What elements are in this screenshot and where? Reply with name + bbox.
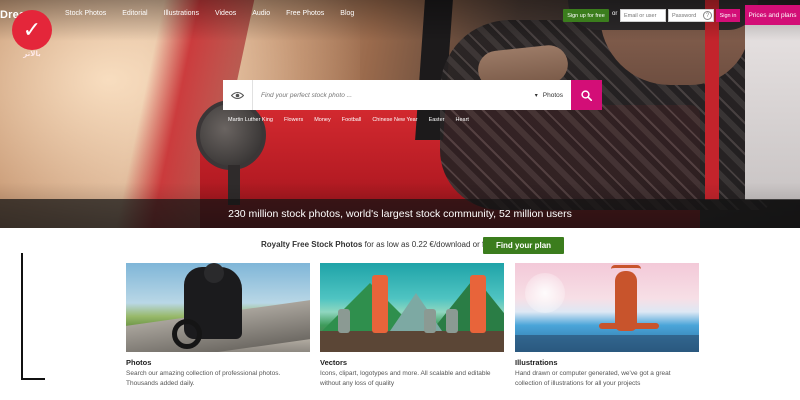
bracket-line-vertical <box>21 253 23 380</box>
tag-link[interactable]: Martin Luther King <box>228 117 273 123</box>
ground <box>320 331 504 352</box>
prices-button[interactable]: Prices and plans <box>745 5 800 25</box>
stone-statue <box>446 309 458 333</box>
tag-link[interactable]: Football <box>342 117 362 123</box>
stone-statue <box>424 309 436 333</box>
stone-statue <box>338 309 350 333</box>
nav-link-videos[interactable]: Videos <box>215 10 236 17</box>
stats-banner: 230 million stock photos, world's larges… <box>0 199 800 228</box>
nav-link-stock-photos[interactable]: Stock Photos <box>65 10 106 17</box>
search-type-select[interactable]: ▾ Photos <box>523 80 571 110</box>
watermark-caption: بالاتر <box>23 51 41 58</box>
card-title[interactable]: Vectors <box>320 358 504 367</box>
orange-statue <box>470 275 486 333</box>
search-bar: ▾ Photos <box>223 80 602 110</box>
stats-text: 230 million stock photos, world's larges… <box>228 207 572 220</box>
find-plan-button[interactable]: Find your plan <box>483 237 564 254</box>
nav-links: Stock Photos Editorial Illustrations Vid… <box>65 10 370 17</box>
check-icon: ✓ <box>22 17 42 42</box>
promo-bold: Royalty Free Stock Photos <box>261 240 363 249</box>
visual-search-button[interactable] <box>223 80 253 110</box>
bracket-line-horizontal <box>21 378 45 380</box>
cat-legs <box>599 323 659 329</box>
tag-link[interactable]: Chinese New Year <box>372 117 417 123</box>
signup-button[interactable]: Sign up for free <box>563 9 609 22</box>
top-nav: Dream Stock Photos Editorial Illustratio… <box>0 0 800 30</box>
vectors-thumbnail[interactable] <box>320 263 504 352</box>
motorcycle-wheel <box>172 319 202 349</box>
category-card-photos[interactable]: Photos Search our amazing collection of … <box>126 263 310 388</box>
nav-link-illustrations[interactable]: Illustrations <box>164 10 199 17</box>
signin-button[interactable]: Sign in <box>716 9 740 22</box>
nav-link-editorial[interactable]: Editorial <box>122 10 147 17</box>
nav-link-blog[interactable]: Blog <box>340 10 354 17</box>
chevron-down-icon: ▾ <box>534 92 538 99</box>
tag-link[interactable]: Easter <box>429 117 445 123</box>
orange-statue <box>372 275 388 333</box>
card-description: Hand drawn or computer generated, we've … <box>515 370 671 387</box>
hero-shade <box>0 0 800 228</box>
nav-link-free-photos[interactable]: Free Photos <box>286 10 324 17</box>
hero-image <box>0 0 800 228</box>
search-icon <box>581 89 592 101</box>
popular-tags: Martin Luther King Flowers Money Footbal… <box>228 117 480 123</box>
card-title[interactable]: Illustrations <box>515 358 699 367</box>
eye-icon <box>231 91 244 99</box>
tag-link[interactable]: Heart <box>455 117 468 123</box>
help-icon[interactable]: ? <box>703 11 712 20</box>
tag-link[interactable]: Money <box>314 117 331 123</box>
card-title[interactable]: Photos <box>126 358 310 367</box>
search-button[interactable] <box>571 80 602 110</box>
water <box>515 335 699 352</box>
illustrations-thumbnail[interactable] <box>515 263 699 352</box>
search-type-label: Photos <box>542 91 563 99</box>
category-card-illustrations[interactable]: Illustrations Hand drawn or computer gen… <box>515 263 699 388</box>
email-field[interactable] <box>620 9 666 22</box>
photos-thumbnail[interactable] <box>126 263 310 352</box>
promo-rest: for as low as 0.22 €/download or free <box>362 240 496 249</box>
category-card-vectors[interactable]: Vectors Icons, clipart, logotypes and mo… <box>320 263 504 388</box>
or-label: or <box>612 11 618 17</box>
helmet <box>204 263 224 283</box>
promo-text: Royalty Free Stock Photos for as low as … <box>261 240 496 249</box>
tag-link[interactable]: Flowers <box>284 117 303 123</box>
yoga-cat <box>615 271 637 331</box>
search-input[interactable] <box>261 80 511 110</box>
nav-link-audio[interactable]: Audio <box>252 10 270 17</box>
watermark-logo-icon: ✓ <box>12 10 52 50</box>
sun-glow <box>525 273 565 313</box>
card-description: Search our amazing collection of profess… <box>126 370 281 387</box>
card-description: Icons, clipart, logotypes and more. All … <box>320 370 491 387</box>
